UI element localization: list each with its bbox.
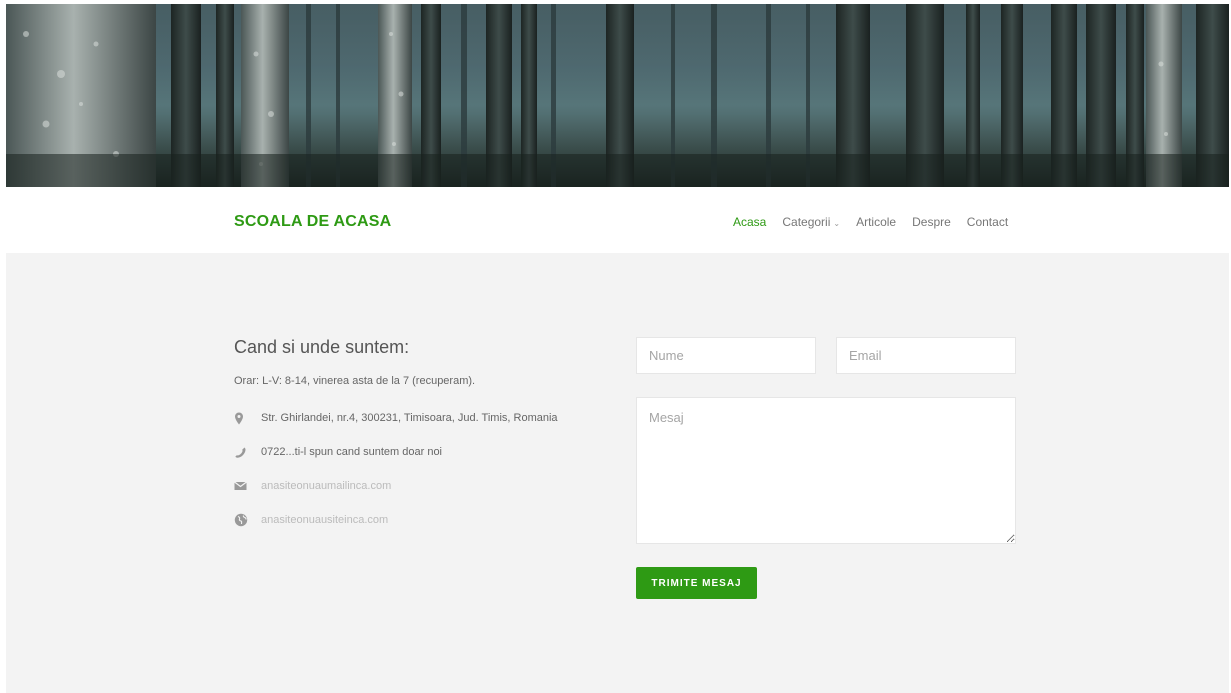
name-input[interactable] xyxy=(636,337,816,374)
opening-hours: Orar: L-V: 8-14, vinerea asta de la 7 (r… xyxy=(234,375,476,387)
contact-info: Cand si unde suntem: Orar: L-V: 8-14, vi… xyxy=(234,337,604,537)
submit-button[interactable]: TRIMITE MESAJ xyxy=(636,567,757,599)
phone-row: 0722...ti-l spun cand suntem doar noi xyxy=(234,435,604,469)
phone-icon xyxy=(234,446,261,459)
map-pin-icon xyxy=(234,412,261,425)
main-nav: Acasa Categorii ⌄ Articole Despre Contact xyxy=(733,215,1024,229)
nav-item-categorii[interactable]: Categorii ⌄ xyxy=(782,215,840,229)
site-logo[interactable]: SCOALA DE ACASA xyxy=(234,213,391,231)
site-header: SCOALA DE ACASA Acasa Categorii ⌄ Articol… xyxy=(0,187,1231,253)
contact-section: Cand si unde suntem: Orar: L-V: 8-14, vi… xyxy=(6,253,1229,693)
address-row: Str. Ghirlandei, nr.4, 300231, Timisoara… xyxy=(234,401,604,435)
website-link[interactable]: anasiteonuausiteinca.com xyxy=(261,514,388,526)
globe-icon xyxy=(234,513,261,527)
website-row: anasiteonuausiteinca.com xyxy=(234,503,604,537)
hero-banner xyxy=(6,4,1229,187)
nav-item-categorii-label: Categorii xyxy=(782,215,831,229)
email-input[interactable] xyxy=(836,337,1016,374)
contact-title: Cand si unde suntem: xyxy=(234,337,410,357)
forest-image xyxy=(6,4,1229,187)
address-text: Str. Ghirlandei, nr.4, 300231, Timisoara… xyxy=(261,412,558,424)
nav-item-contact[interactable]: Contact xyxy=(967,215,1008,229)
email-link[interactable]: anasiteonuaumailinca.com xyxy=(261,480,391,492)
nav-item-acasa[interactable]: Acasa xyxy=(733,215,766,229)
envelope-icon xyxy=(234,481,261,491)
message-textarea[interactable] xyxy=(636,397,1016,544)
nav-item-despre[interactable]: Despre xyxy=(912,215,951,229)
nav-item-articole[interactable]: Articole xyxy=(856,215,896,229)
chevron-down-icon: ⌄ xyxy=(833,219,841,228)
phone-text: 0722...ti-l spun cand suntem doar noi xyxy=(261,446,443,458)
email-row: anasiteonuaumailinca.com xyxy=(234,469,604,503)
